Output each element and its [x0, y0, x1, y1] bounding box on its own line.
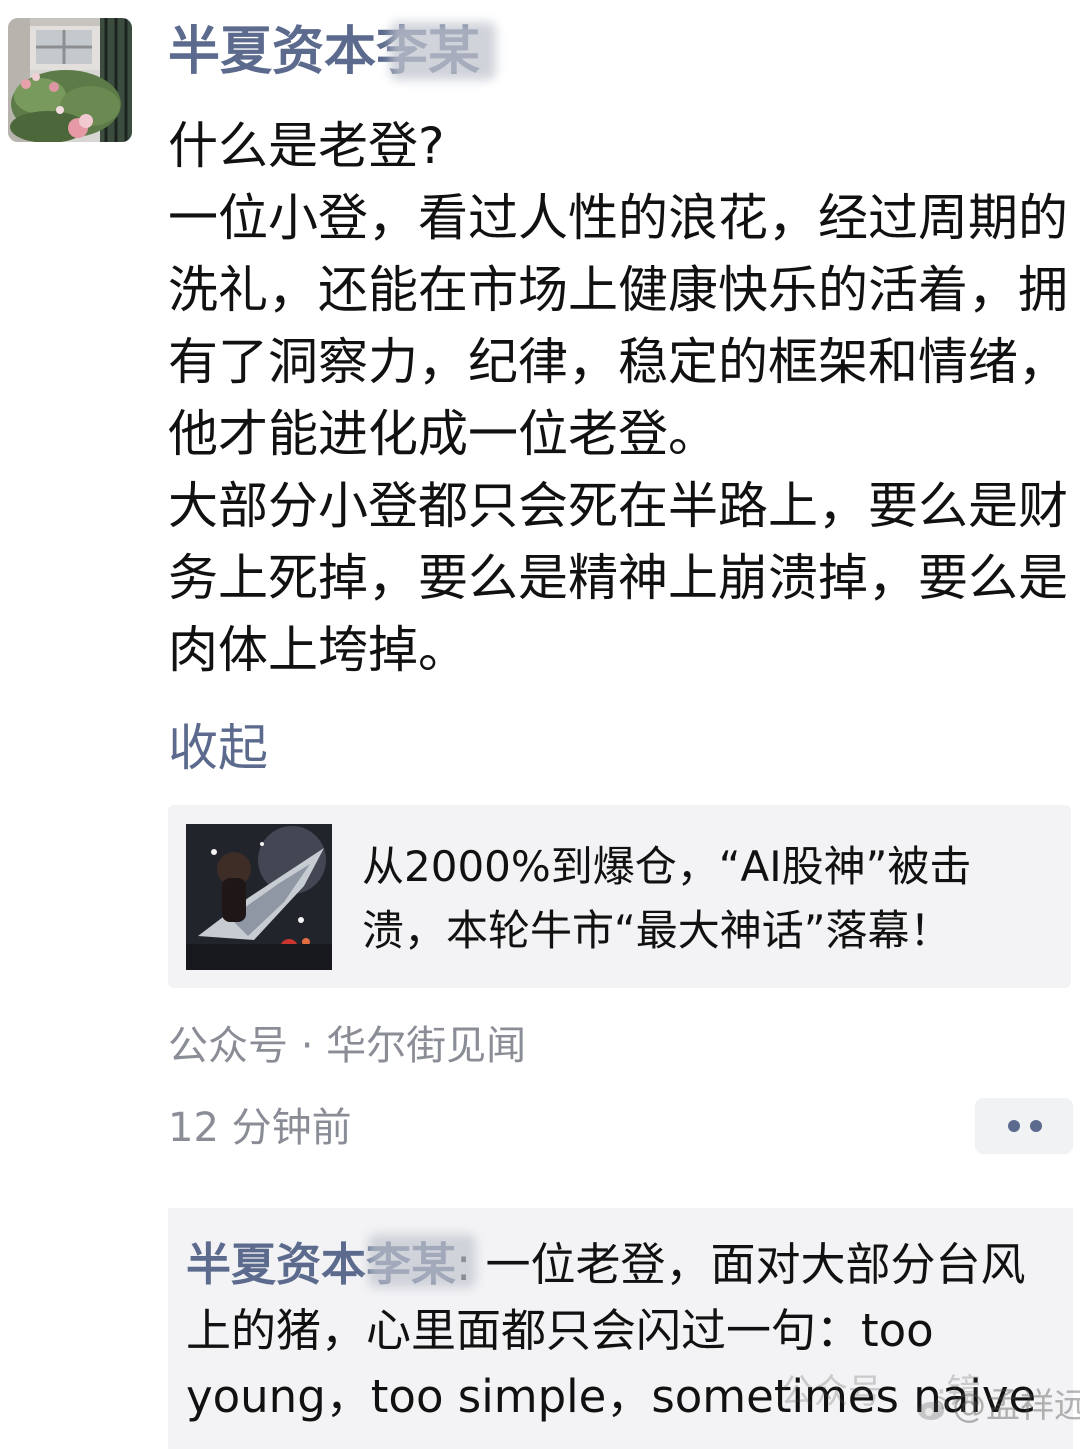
comment-box: 半夏资本李某: 一位老登，面对大部分台风上的猪，心里面都只会闪过一句：too y… — [168, 1208, 1073, 1449]
article-thumbnail-icon — [186, 824, 332, 970]
garden-avatar-icon — [8, 18, 132, 142]
comment-name-redaction — [368, 1234, 476, 1288]
post-line-question: 什么是老登? — [168, 117, 445, 175]
post-timestamp: 12 分钟前 — [168, 1105, 352, 1151]
comment-text-block: 半夏资本李某: 一位老登，面对大部分台风上的猪，心里面都只会闪过一句：too y… — [186, 1232, 1046, 1430]
post-line-failure: 大部分小登都只会死在半路上，要么是财务上死掉，要么是精神上崩溃掉，要么是肉体上垮… — [168, 477, 1068, 679]
article-source[interactable]: 公众号 · 华尔街见闻 — [168, 1018, 526, 1074]
post-body: 什么是老登? 一位小登，看过人性的浪花，经过周期的洗礼，还能在市场上健康快乐的活… — [168, 110, 1073, 686]
author-name-redaction — [390, 22, 496, 80]
more-options-button[interactable] — [975, 1098, 1073, 1154]
collapse-button[interactable]: 收起 — [168, 718, 268, 778]
shared-article-card[interactable]: 从2000%到爆仓，“AI股神”被击溃，本轮牛市“最大神话”落幕！ — [168, 805, 1071, 988]
article-thumbnail — [186, 824, 332, 970]
more-options-icon — [1008, 1120, 1020, 1132]
post-line-definition: 一位小登，看过人性的浪花，经过周期的洗礼，还能在市场上健康快乐的活着，拥有了洞察… — [168, 189, 1068, 463]
shared-article-title[interactable]: 从2000%到爆仓，“AI股神”被击溃，本轮牛市“最大神话”落幕！ — [362, 835, 1052, 963]
more-options-icon — [1030, 1120, 1042, 1132]
avatar[interactable] — [8, 18, 132, 142]
